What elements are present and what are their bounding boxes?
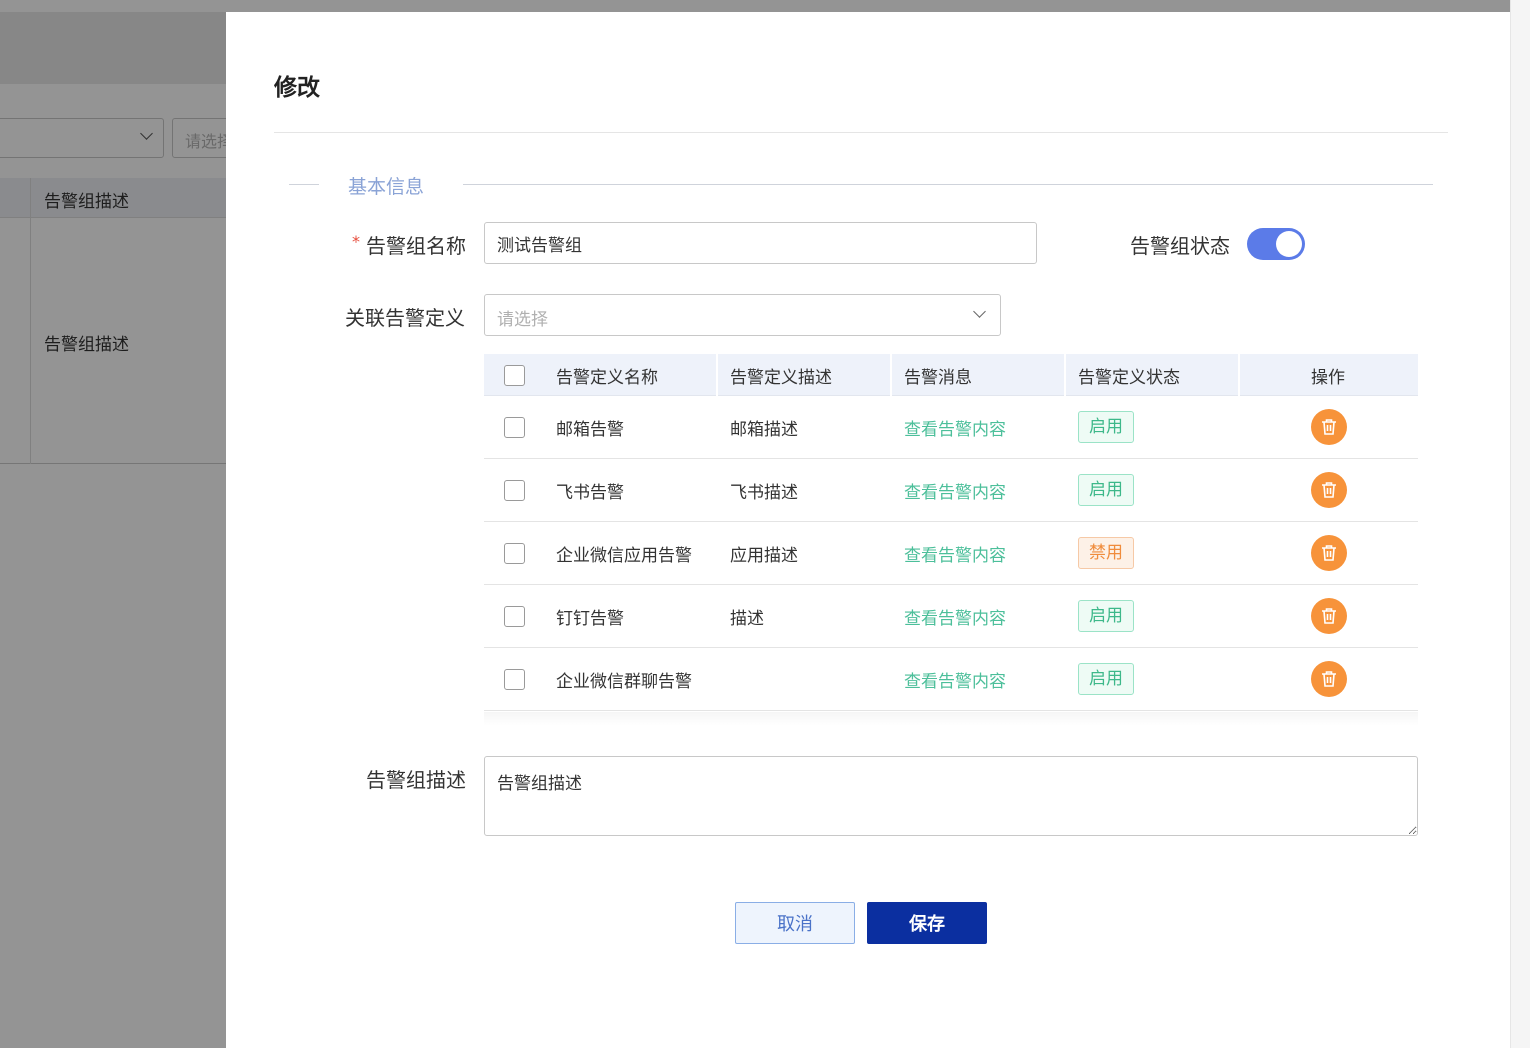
row-desc: 应用描述 (730, 546, 798, 566)
cancel-button[interactable]: 取消 (735, 902, 855, 944)
group-name-input[interactable] (484, 222, 1037, 264)
title-divider (274, 132, 1448, 133)
table-row: 邮箱告警 邮箱描述 查看告警内容 启用 (484, 396, 1418, 459)
drawer-title: 修改 (274, 75, 320, 101)
row-name: 邮箱告警 (556, 420, 624, 440)
table-row: 企业微信群聊告警 查看告警内容 启用 (484, 648, 1418, 711)
select-all-checkbox[interactable] (504, 365, 525, 386)
row-checkbox[interactable] (504, 417, 525, 438)
table-scroll-edge (484, 712, 1418, 726)
status-badge: 启用 (1078, 411, 1134, 443)
status-label: 告警组状态 (1130, 234, 1230, 258)
view-message-link[interactable]: 查看告警内容 (904, 478, 1006, 503)
delete-button[interactable] (1311, 661, 1347, 697)
status-badge: 启用 (1078, 600, 1134, 632)
row-name: 飞书告警 (556, 483, 624, 503)
header-desc: 告警定义描述 (730, 368, 832, 388)
header-message: 告警消息 (904, 368, 972, 388)
delete-button[interactable] (1311, 598, 1347, 634)
name-label: * 告警组名称 (352, 232, 466, 258)
definition-table: 告警定义名称 告警定义描述 告警消息 告警定义状态 操作 邮箱告警 邮箱描述 查… (484, 354, 1418, 726)
table-header: 告警定义名称 告警定义描述 告警消息 告警定义状态 操作 (484, 354, 1418, 396)
trash-icon (1322, 482, 1336, 498)
delete-button[interactable] (1311, 535, 1347, 571)
header-actions: 操作 (1311, 368, 1345, 388)
status-toggle[interactable] (1247, 228, 1305, 260)
row-checkbox[interactable] (504, 480, 525, 501)
save-button[interactable]: 保存 (867, 902, 987, 944)
delete-button[interactable] (1311, 409, 1347, 445)
view-message-link[interactable]: 查看告警内容 (904, 667, 1006, 692)
row-name: 钉钉告警 (556, 609, 624, 629)
row-name: 企业微信应用告警 (556, 546, 692, 566)
row-name: 企业微信群聊告警 (556, 672, 692, 692)
description-label: 告警组描述 (366, 768, 466, 792)
section-divider-right (463, 184, 1433, 185)
required-mark: * (352, 232, 360, 251)
row-checkbox[interactable] (504, 606, 525, 627)
table-row: 飞书告警 飞书描述 查看告警内容 启用 (484, 459, 1418, 522)
view-message-link[interactable]: 查看告警内容 (904, 415, 1006, 440)
description-textarea[interactable]: 告警组描述 (484, 756, 1418, 836)
toggle-knob (1276, 231, 1302, 257)
row-checkbox[interactable] (504, 669, 525, 690)
view-message-link[interactable]: 查看告警内容 (904, 541, 1006, 566)
status-badge: 启用 (1078, 663, 1134, 695)
view-message-link[interactable]: 查看告警内容 (904, 604, 1006, 629)
header-status: 告警定义状态 (1078, 368, 1180, 388)
row-checkbox[interactable] (504, 543, 525, 564)
edit-drawer: 修改 基本信息 *告警组名称 告警组状态 关联告警定义 请选择 告警定义名称 告… (226, 12, 1510, 1048)
row-desc: 邮箱描述 (730, 420, 798, 440)
definition-placeholder: 请选择 (497, 310, 548, 330)
trash-icon (1322, 545, 1336, 561)
status-badge: 禁用 (1078, 537, 1134, 569)
trash-icon (1322, 671, 1336, 687)
status-badge: 启用 (1078, 474, 1134, 506)
trash-icon (1322, 608, 1336, 624)
page-scrollbar[interactable] (1510, 0, 1530, 1048)
trash-icon (1322, 419, 1336, 435)
definition-label: 关联告警定义 (345, 306, 465, 330)
header-name: 告警定义名称 (556, 368, 658, 388)
section-title: 基本信息 (348, 176, 425, 198)
chevron-down-icon (973, 305, 986, 318)
delete-button[interactable] (1311, 472, 1347, 508)
row-desc: 飞书描述 (730, 483, 798, 503)
section-divider-left (289, 184, 319, 185)
definition-select[interactable]: 请选择 (484, 294, 1001, 336)
table-row: 企业微信应用告警 应用描述 查看告警内容 禁用 (484, 522, 1418, 585)
row-desc: 描述 (730, 609, 764, 629)
table-row: 钉钉告警 描述 查看告警内容 启用 (484, 585, 1418, 648)
